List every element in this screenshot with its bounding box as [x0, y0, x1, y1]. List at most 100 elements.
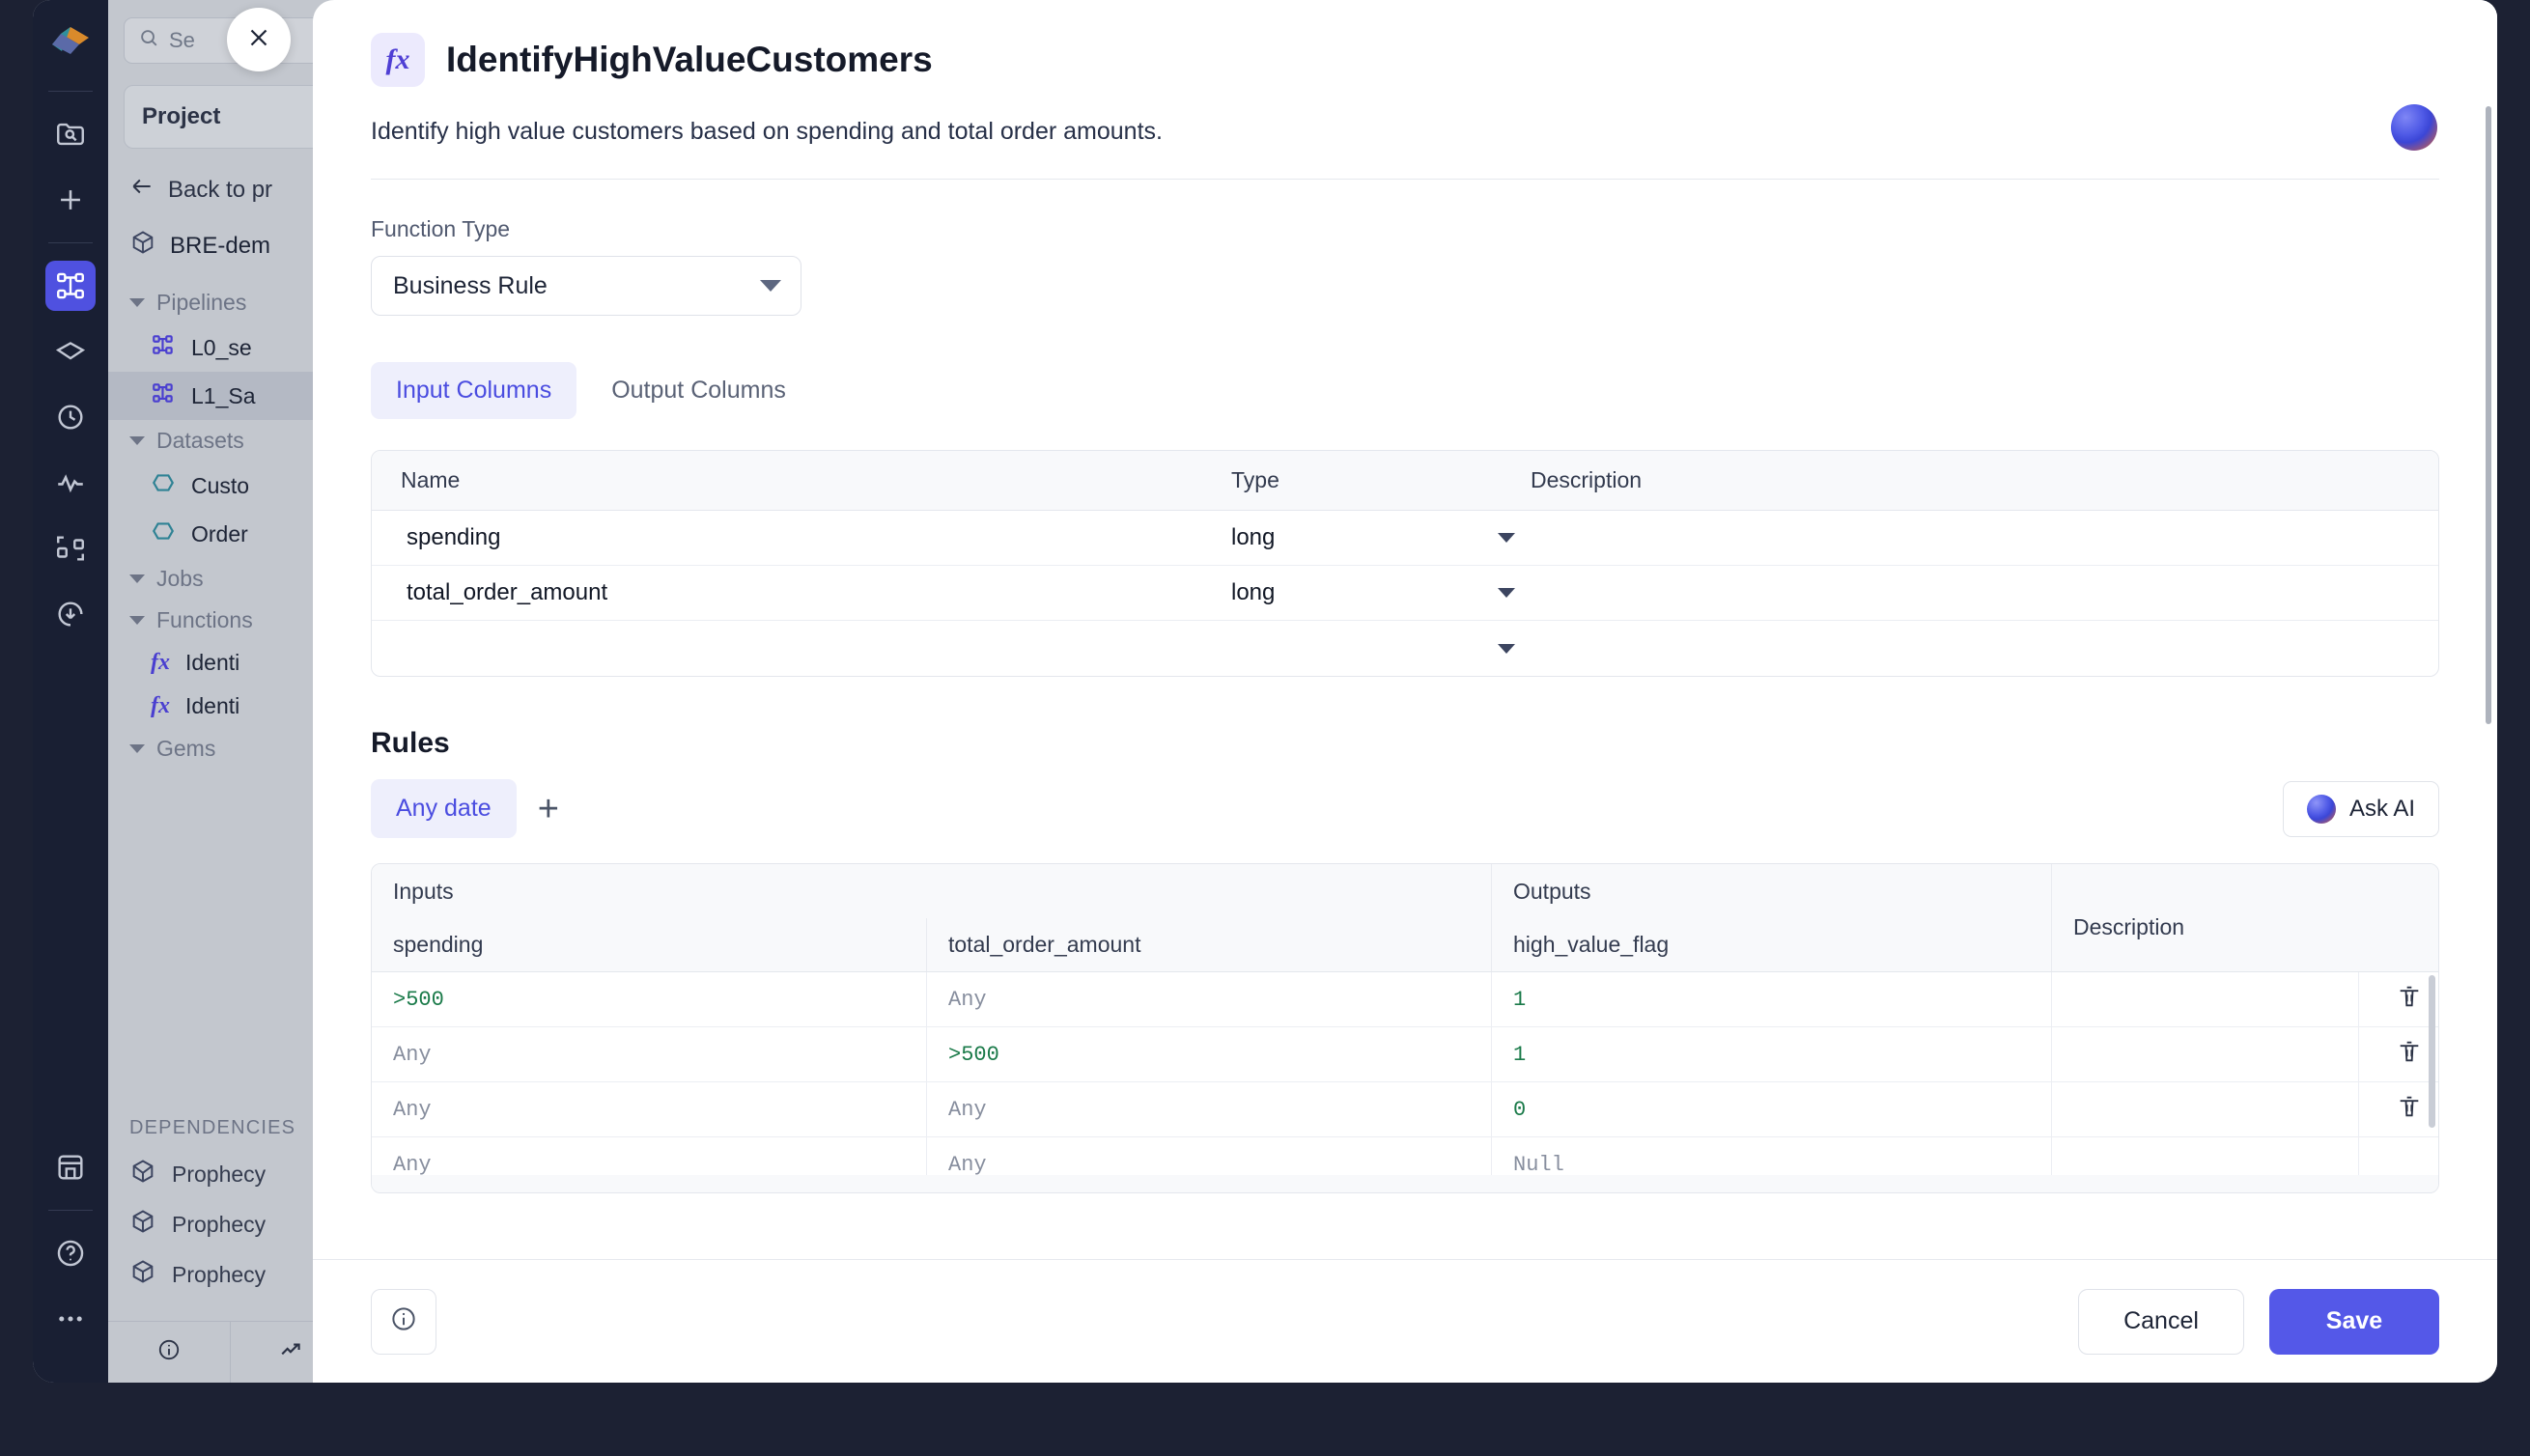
arrow-left-icon [129, 174, 155, 206]
table-row[interactable]: Any >500 1 [372, 1027, 2438, 1082]
marketplace-icon [54, 1151, 87, 1184]
save-button[interactable]: Save [2269, 1288, 2439, 1355]
dependency-label: Prophecy [172, 1161, 267, 1187]
add-rule-group-button[interactable]: + [538, 791, 559, 827]
rule-cell-high-value-flag[interactable]: 1 [1492, 972, 2052, 1026]
function-fx-icon: fx [151, 693, 170, 718]
dataset-icon [151, 518, 176, 549]
modal-footer: Cancel Save [313, 1259, 2497, 1383]
rule-cell-high-value-flag[interactable]: 1 [1492, 1027, 2052, 1081]
column-name-cell[interactable]: total_order_amount [372, 579, 1231, 606]
table-row[interactable]: total_order_amount long [372, 566, 2438, 621]
rules-chip-any-date[interactable]: Any date [371, 779, 517, 838]
column-type-dropdown[interactable] [1482, 588, 1531, 598]
dependency-label: Prophecy [172, 1261, 267, 1287]
pipeline-icon [151, 332, 176, 363]
rules-table-scrollbar[interactable] [2429, 975, 2435, 1128]
rules-col-high-value-flag: high_value_flag [1492, 918, 2052, 971]
rule-cell-spending[interactable]: >500 [372, 972, 927, 1026]
rule-cell-description[interactable] [2052, 972, 2359, 1026]
rail-item-lineage[interactable] [45, 523, 96, 574]
ai-assistant-orb-icon[interactable] [2391, 104, 2437, 151]
rule-cell-total-order-amount[interactable]: Any [927, 1082, 1492, 1136]
rules-col-description: Description [2073, 914, 2185, 939]
column-name-cell[interactable]: spending [372, 524, 1231, 551]
rail-item-marketplace[interactable] [45, 1142, 96, 1192]
rail-item-add[interactable] [45, 175, 96, 225]
tab-input-columns[interactable]: Input Columns [371, 362, 577, 419]
tab-output-columns[interactable]: Output Columns [586, 362, 811, 419]
package-open-icon [129, 1158, 156, 1190]
table-row[interactable]: Any Any 0 [372, 1082, 2438, 1137]
delete-rule-button[interactable] [2359, 972, 2438, 1026]
column-type-cell[interactable]: long [1231, 579, 1482, 606]
tree-item-label: Identi [185, 650, 240, 675]
package-icon [129, 1258, 156, 1291]
history-clock-icon [54, 401, 87, 434]
ai-orb-icon [2306, 794, 2336, 824]
rule-cell-high-value-flag[interactable]: 0 [1492, 1082, 2052, 1136]
tree-item-label: Identi [185, 693, 240, 718]
delete-rule-button[interactable] [2359, 1027, 2438, 1081]
app-scrollbar[interactable] [2486, 106, 2491, 724]
repo-label: BRE-dem [170, 232, 271, 259]
rules-table-fade [372, 1175, 2438, 1192]
back-link-label: Back to pr [168, 176, 273, 203]
tree-group-label: Functions [156, 607, 253, 632]
search-input-placeholder: Se [169, 28, 195, 52]
sidebar-info-button[interactable] [108, 1322, 231, 1383]
rules-column-header: spending total_order_amount high_value_f… [372, 914, 2438, 972]
tree-group-label: Datasets [156, 428, 244, 453]
rail-item-deploy[interactable] [45, 589, 96, 639]
function-description: Identify high value customers based on s… [371, 118, 1163, 145]
rail-item-search-folder[interactable] [45, 109, 96, 159]
rules-section-title: Rules [371, 727, 450, 759]
cancel-button[interactable]: Cancel [2078, 1288, 2244, 1355]
rules-toolbar: Any date + Ask AI [371, 779, 2439, 838]
modal-info-button[interactable] [371, 1288, 436, 1355]
rule-cell-spending[interactable]: Any [372, 1082, 927, 1136]
rail-item-monitoring[interactable] [45, 458, 96, 508]
function-type-select[interactable]: Business Rule [371, 256, 801, 316]
chevron-down-icon [1498, 643, 1515, 654]
rail-item-history[interactable] [45, 392, 96, 442]
chevron-down-icon [129, 574, 145, 583]
prophecy-logo-icon[interactable] [48, 21, 93, 66]
table-row[interactable]: >500 Any 1 [372, 972, 2438, 1027]
rule-cell-total-order-amount[interactable]: >500 [927, 1027, 1492, 1081]
column-type-dropdown[interactable] [1482, 533, 1531, 543]
ask-ai-button[interactable]: Ask AI [2282, 780, 2439, 837]
table-row[interactable]: spending long [372, 511, 2438, 566]
close-modal-button[interactable] [227, 8, 291, 71]
rail-item-pipelines[interactable] [45, 261, 96, 311]
rule-cell-total-order-amount[interactable]: Any [927, 972, 1492, 1026]
page-title: IdentifyHighValueCustomers [446, 40, 933, 79]
rule-cell-description[interactable] [2052, 1082, 2359, 1136]
monitoring-pulse-icon [54, 466, 87, 499]
chevron-down-icon [129, 436, 145, 445]
column-type-dropdown[interactable] [1482, 643, 1531, 654]
rail-item-help[interactable] [45, 1228, 96, 1278]
tree-group-label: Gems [156, 736, 216, 761]
rule-cell-spending[interactable]: Any [372, 1027, 927, 1081]
rules-group-outputs: Outputs [1492, 864, 2052, 918]
columns-tabs: Input Columns Output Columns [371, 362, 2439, 419]
chevron-down-icon [129, 298, 145, 307]
table-row-empty[interactable] [372, 621, 2438, 676]
delete-rule-button[interactable] [2359, 1082, 2438, 1136]
rule-cell-description[interactable] [2052, 1027, 2359, 1081]
rail-divider-top [48, 91, 93, 92]
rail-item-more[interactable] [45, 1294, 96, 1344]
title-divider [371, 179, 2439, 180]
rules-group-inputs: Inputs [372, 864, 1492, 918]
function-editor-modal: fx IdentifyHighValueCustomers Identify h… [313, 0, 2497, 1383]
trash-icon [2396, 983, 2423, 1017]
rail-item-gems[interactable] [45, 326, 96, 377]
modal-body: fx IdentifyHighValueCustomers Identify h… [313, 0, 2497, 1259]
column-type-cell[interactable]: long [1231, 524, 1482, 551]
deploy-icon [54, 598, 87, 630]
column-header-description: Description [1531, 467, 1643, 492]
ask-ai-label: Ask AI [2348, 795, 2415, 822]
rail-divider-bottom [48, 1210, 93, 1211]
tree-group-label: Jobs [156, 566, 204, 591]
